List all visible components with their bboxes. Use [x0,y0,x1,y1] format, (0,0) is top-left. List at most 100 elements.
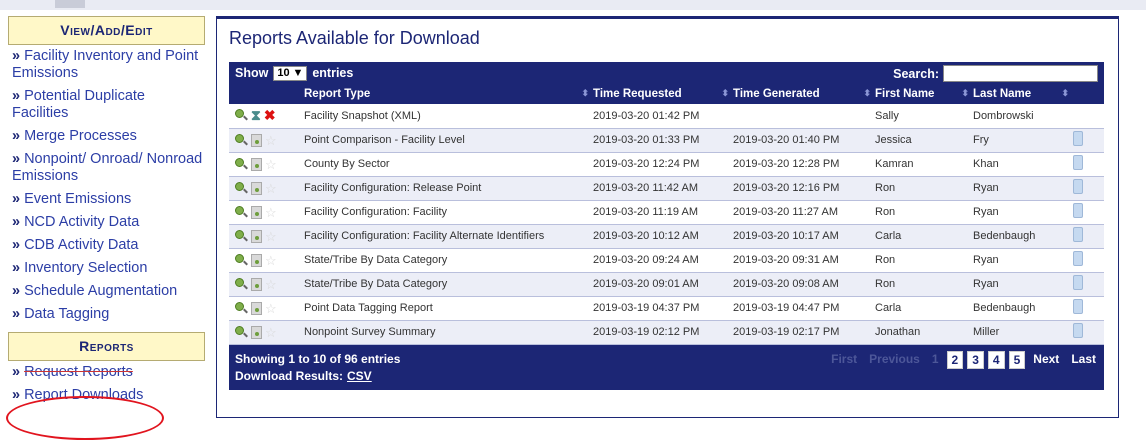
cell-requested: 2019-03-20 10:12 AM [593,224,733,249]
column-header-report-type[interactable]: Report Type ⬍ [304,84,593,104]
column-label: First Name [875,88,935,100]
view-icon[interactable] [235,325,248,339]
star-icon[interactable]: ☆ [265,254,277,267]
cell-last: Khan [973,152,1073,177]
column-header-last-name[interactable]: Last Name ⬍ [973,84,1073,104]
pager-next[interactable]: Next [1029,351,1063,369]
trash-icon[interactable] [1073,323,1083,338]
reports-panel: Reports Available for Download Show 10 ▼ … [216,16,1119,418]
chevron-down-icon: ▼ [292,67,304,79]
column-label: Last Name [973,88,1032,100]
trash-icon[interactable] [1073,275,1083,290]
view-icon[interactable] [235,205,248,219]
table-row: ☆ Point Data Tagging Report 2019-03-19 04:… [229,296,1104,321]
download-file-icon[interactable] [251,253,262,267]
sidebar-link-label: Facility Inventory and Point Emissions [12,48,199,81]
sidebar-link-label: Inventory Selection [24,260,148,276]
download-file-icon[interactable] [251,181,262,195]
trash-icon[interactable] [1073,251,1083,266]
sidebar-link[interactable]: » CDB Activity Data [8,234,205,257]
star-icon[interactable]: ☆ [265,230,277,243]
reports-menu: » Request Reports» Report Downloads [8,361,205,407]
cell-generated: 2019-03-20 09:31 AM [733,248,875,273]
search-input[interactable] [943,65,1098,82]
row-delete [1073,104,1104,129]
cell-type: Nonpoint Survey Summary [304,320,593,345]
download-file-icon[interactable] [251,229,262,243]
show-label: Show [235,66,269,80]
trash-icon[interactable] [1073,131,1083,146]
reports-table-body: ⧗ ✖ Facility Snapshot (XML) 2019-03-20 01:4… [229,104,1104,345]
view-icon[interactable] [235,277,248,291]
sidebar-link[interactable]: » Facility Inventory and Point Emissions [8,45,205,85]
sidebar-link[interactable]: » Report Downloads [8,384,205,407]
view-icon[interactable] [235,157,248,171]
download-file-icon[interactable] [251,157,262,171]
pager-first[interactable]: First [827,351,861,369]
sidebar-link[interactable]: » Request Reports [8,361,205,384]
view-icon[interactable] [235,133,248,147]
star-icon[interactable]: ☆ [265,134,277,147]
sidebar-link[interactable]: » Merge Processes [8,125,205,148]
trash-icon[interactable] [1073,299,1083,314]
column-header-first-name[interactable]: First Name ⬍ [875,84,973,104]
star-icon[interactable]: ☆ [265,206,277,219]
sidebar-link[interactable]: » Potential Duplicate Facilities [8,85,205,125]
download-label: Download Results: [235,368,344,383]
sidebar-link[interactable]: » NCD Activity Data [8,211,205,234]
sidebar-link[interactable]: » Schedule Augmentation [8,280,205,303]
cell-last: Fry [973,128,1073,153]
cell-last: Miller [973,320,1073,345]
download-file-icon[interactable] [251,133,262,147]
column-header-time-generated[interactable]: Time Generated ⬍ [733,84,875,104]
star-icon[interactable]: ☆ [265,158,277,171]
sidebar-menu: » Facility Inventory and Point Emissions»… [8,45,205,326]
star-icon[interactable]: ☆ [265,302,277,315]
column-label: Time Generated [733,88,820,100]
view-icon[interactable] [235,229,248,243]
pager-page[interactable]: 4 [987,350,1005,369]
search-area: Search: [893,65,1098,82]
sidebar-link[interactable]: » Data Tagging [8,303,205,326]
row-delete [1073,152,1104,177]
view-icon[interactable] [235,301,248,315]
cancel-icon[interactable]: ✖ [264,107,276,124]
view-icon[interactable] [235,181,248,195]
bullet-icon: » [12,151,21,167]
pager-page[interactable]: 3 [967,350,984,369]
cell-generated: 2019-03-20 12:28 PM [733,152,875,177]
download-csv-link[interactable]: CSV [347,369,372,383]
trash-icon[interactable] [1073,155,1083,170]
download-file-icon[interactable] [251,301,262,315]
trash-icon[interactable] [1073,203,1083,218]
sidebar-link[interactable]: » Event Emissions [8,188,205,211]
page-length-select[interactable]: 10 ▼ [273,65,308,81]
sidebar-link-label: NCD Activity Data [24,214,140,230]
row-delete [1073,320,1104,345]
sidebar-link[interactable]: » Nonpoint/ Onroad/ Nonroad Emissions [8,148,205,188]
download-file-icon[interactable] [251,277,262,291]
pager-page[interactable]: 5 [1008,350,1026,369]
pager-page[interactable]: 2 [946,350,964,369]
pager-previous[interactable]: Previous [865,351,924,369]
download-file-icon[interactable] [251,325,262,339]
row-actions: ☆ [229,200,304,225]
download-file-icon[interactable] [251,205,262,219]
hourglass-icon: ⧗ [251,107,261,124]
cell-first: Sally [875,104,973,129]
sidebar-link-label: CDB Activity Data [24,237,139,253]
view-icon[interactable] [235,253,248,267]
column-header-time-requested[interactable]: Time Requested ⬍ [593,84,733,104]
page-title: Reports Available for Download [229,28,480,48]
pager-last[interactable]: Last [1067,351,1100,369]
sidebar-link[interactable]: » Inventory Selection [8,257,205,280]
cell-generated: 2019-03-20 12:16 PM [733,176,875,201]
trash-icon[interactable] [1073,179,1083,194]
view-icon[interactable] [235,109,248,122]
sort-icon: ⬍ [721,88,729,98]
star-icon[interactable]: ☆ [265,182,277,195]
trash-icon[interactable] [1073,227,1083,242]
table-toolbar: Show 10 ▼ entries Search: [229,62,1104,84]
star-icon[interactable]: ☆ [265,326,277,339]
star-icon[interactable]: ☆ [265,278,277,291]
